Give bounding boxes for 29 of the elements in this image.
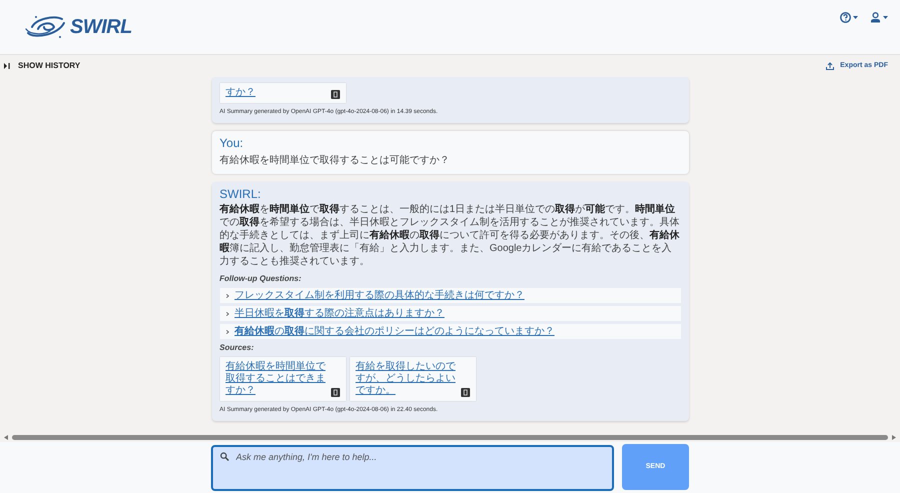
document-icon [330, 388, 340, 397]
speaker-label: SWIRL: [220, 188, 262, 200]
chevron-right-icon [226, 330, 228, 334]
panel-toggle-icon [4, 63, 10, 69]
source-link[interactable]: 有給を取得したいのですが、どうしたらよいですか。 [356, 361, 456, 397]
follow-up-heading: Follow-up Questions: [220, 273, 302, 285]
help-button[interactable] [840, 12, 858, 23]
logo-text: SWIRL [70, 15, 132, 40]
chevron-right-icon [226, 312, 228, 316]
scroll-right-icon[interactable] [892, 435, 896, 440]
document-icon [330, 90, 340, 99]
source-link[interactable]: すか？ [226, 87, 326, 99]
chevron-right-icon [226, 294, 228, 298]
search-icon [220, 452, 229, 461]
show-history-button[interactable]: SHOW HISTORY [4, 60, 80, 72]
help-icon [840, 12, 851, 23]
speaker-label: You: [220, 137, 244, 149]
swirl-logo-icon [24, 13, 68, 41]
sources-heading: Sources: [220, 342, 255, 354]
user-menu-button[interactable] [870, 12, 888, 23]
question-text: 有給休暇を時間単位で取得することは可能ですか？ [220, 154, 450, 168]
caret-icon [853, 16, 858, 19]
scroll-left-icon[interactable] [4, 435, 8, 440]
document-icon [460, 388, 470, 397]
caret-icon [883, 16, 888, 19]
source-link[interactable]: 有給休暇を時間単位で取得することはできますか？ [226, 361, 326, 397]
upload-icon [826, 62, 834, 70]
answer-text: 有給休暇を時間単位で取得することは、一般的には1日または半日単位での取得が可能です。時間単位での取得を希望する場合は、半日休暇とフレックスタイム制を活用することが推奨されています。具体的な手続きとしては、まず上司に有給休暇の取得について許可を得る必要があります。その後、有給休暇簿に記入し、勤怠管理表に「有給」と入力します。また、Googleカレンダーに有給であることを入力することも推奨されています。 [220, 203, 680, 268]
user-icon [870, 12, 881, 23]
